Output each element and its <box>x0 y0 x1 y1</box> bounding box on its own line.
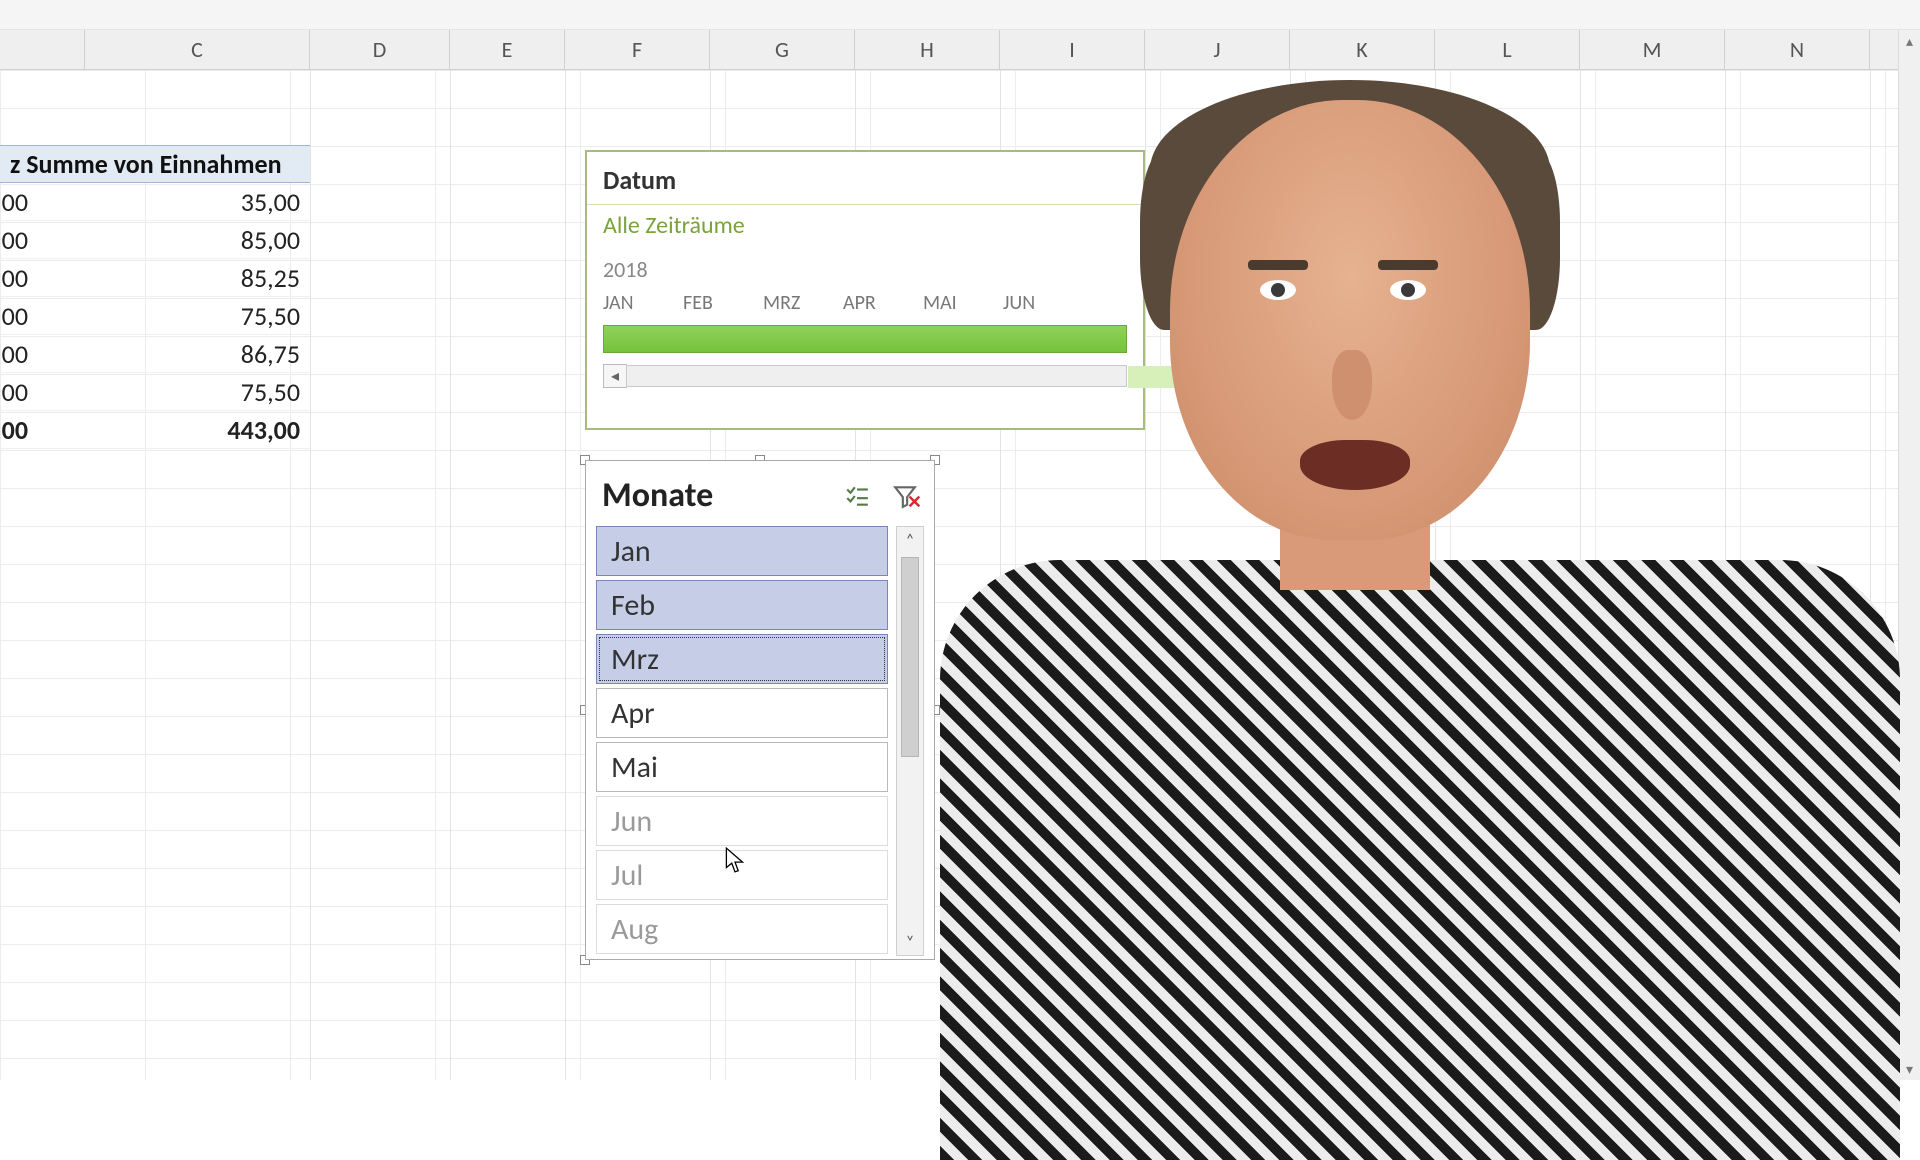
timeline-month-label[interactable]: MAI <box>923 291 1003 315</box>
multi-select-icon[interactable] <box>844 483 870 509</box>
clear-filter-icon[interactable]: ✕ <box>892 483 918 509</box>
slicer-item-jun[interactable]: Jun <box>596 796 888 846</box>
slicer-item-label: Jan <box>611 533 651 570</box>
pivot-value: 85,25 <box>241 262 300 294</box>
pivot-value-cell[interactable]: 86,75 <box>0 335 310 373</box>
column-header-label: G <box>775 36 789 63</box>
column-header-label: E <box>502 36 513 63</box>
column-header-E[interactable]: E <box>450 30 565 69</box>
app-top-strip <box>0 0 1920 30</box>
scroll-up-icon[interactable]: ˄ <box>897 527 923 553</box>
column-header-M[interactable]: M <box>1580 30 1725 69</box>
slicer-scrollbar[interactable]: ˄ ˅ <box>896 526 924 956</box>
pivot-value-cell[interactable]: 75,50 <box>0 297 310 335</box>
timeline-slicer[interactable]: Datum Alle Zeiträume 2018 JANFEBMRZAPRMA… <box>585 150 1145 430</box>
timeline-scroll-track[interactable] <box>626 365 1127 387</box>
pivot-value-cell[interactable]: 35,00 <box>0 183 310 221</box>
slicer-header: Monate ✕ <box>596 471 924 526</box>
timeline-month-label[interactable]: JUN <box>1003 291 1083 315</box>
timeline-month-row: JANFEBMRZAPRMAIJUN <box>587 285 1143 319</box>
pivot-value-cell[interactable]: 85,00 <box>0 221 310 259</box>
column-header-H[interactable]: H <box>855 30 1000 69</box>
scroll-down-icon[interactable]: ▾ <box>1899 1058 1920 1080</box>
slicer-item-mrz[interactable]: Mrz <box>596 634 888 684</box>
timeline-month-label[interactable]: JAN <box>603 291 683 315</box>
column-headers: C D E F G H I J K L M N <box>0 30 1920 70</box>
clear-x-icon: ✕ <box>907 491 922 513</box>
column-header-label: J <box>1213 36 1220 63</box>
slicer-list: Jan Feb Mrz Apr Mai Jun Jul Aug <box>596 526 896 956</box>
timeline-scroll-spill <box>1128 366 1246 388</box>
pivot-value: 75,50 <box>241 300 300 332</box>
column-header-label: H <box>920 36 934 63</box>
pivot-total-cell[interactable]: 443,00 <box>0 411 310 449</box>
scroll-down-icon[interactable]: ˅ <box>897 929 923 955</box>
timeline-month-label[interactable]: FEB <box>683 291 763 315</box>
pivot-value: 35,00 <box>241 186 300 218</box>
timeline-period-label[interactable]: Alle Zeiträume <box>587 204 1143 250</box>
column-header-label: K <box>1356 36 1367 63</box>
pivot-value: 75,50 <box>241 376 300 408</box>
column-header-I[interactable]: I <box>1000 30 1145 69</box>
column-header-J[interactable]: J <box>1145 30 1290 69</box>
slicer-item-feb[interactable]: Feb <box>596 580 888 630</box>
slicer-item-label: Mrz <box>611 641 659 678</box>
column-header-L[interactable]: L <box>1435 30 1580 69</box>
timeline-scrollbar[interactable]: ◂ <box>603 363 1127 389</box>
timeline-month-label[interactable]: MRZ <box>763 291 843 315</box>
slicer-item-label: Apr <box>611 695 655 732</box>
column-header-label: D <box>373 36 387 63</box>
pivot-value: 86,75 <box>241 338 300 370</box>
pivot-value: 85,00 <box>241 224 300 256</box>
slicer-item-label: Aug <box>611 911 658 948</box>
vertical-scrollbar[interactable]: ▴ ▾ <box>1898 30 1920 1080</box>
pivot-value-cell[interactable]: 75,50 <box>0 373 310 411</box>
pivot-header[interactable]: z Summe von Einnahmen <box>0 145 310 183</box>
column-header-label: M <box>1643 36 1662 63</box>
slicer-container[interactable]: Monate ✕ <box>585 460 935 960</box>
slicer-item-jan[interactable]: Jan <box>596 526 888 576</box>
column-header-label: C <box>191 36 203 63</box>
pivot-header-text: z Summe von Einnahmen <box>10 148 282 180</box>
column-header-label: L <box>1502 36 1511 63</box>
column-header-D[interactable]: D <box>310 30 450 69</box>
slicer-item-mai[interactable]: Mai <box>596 742 888 792</box>
column-header-G[interactable]: G <box>710 30 855 69</box>
slicer-item-label: Jun <box>611 803 652 840</box>
slicer-body: Jan Feb Mrz Apr Mai Jun Jul Aug ˄ ˅ <box>596 526 924 956</box>
timeline-scroll-left[interactable]: ◂ <box>603 364 627 388</box>
column-header-K[interactable]: K <box>1290 30 1435 69</box>
column-header-label: F <box>632 36 642 63</box>
slicer-item-label: Feb <box>611 587 655 624</box>
pivot-value-cell[interactable]: 85,25 <box>0 259 310 297</box>
slicer-item-aug[interactable]: Aug <box>596 904 888 954</box>
timeline-year: 2018 <box>587 250 1143 285</box>
slicer-item-label: Mai <box>611 749 658 786</box>
timeline-month-label[interactable]: APR <box>843 291 923 315</box>
timeline-title: Datum <box>587 152 1143 204</box>
scroll-thumb[interactable] <box>901 557 919 757</box>
slicer-item-apr[interactable]: Apr <box>596 688 888 738</box>
column-header-C[interactable]: C <box>85 30 310 69</box>
mouse-cursor-icon <box>724 846 746 874</box>
month-slicer[interactable]: Monate ✕ <box>585 460 935 960</box>
column-header-label: N <box>1790 36 1804 63</box>
slicer-title: Monate <box>602 475 713 516</box>
column-header-F[interactable]: F <box>565 30 710 69</box>
slicer-actions: ✕ <box>844 483 918 509</box>
column-header-label: I <box>1069 36 1075 63</box>
scroll-up-icon[interactable]: ▴ <box>1899 30 1920 52</box>
pivot-total-value: 443,00 <box>227 414 300 446</box>
timeline-selection-bar[interactable] <box>603 325 1127 353</box>
slicer-item-label: Jul <box>611 857 643 894</box>
column-header-N[interactable]: N <box>1725 30 1870 69</box>
